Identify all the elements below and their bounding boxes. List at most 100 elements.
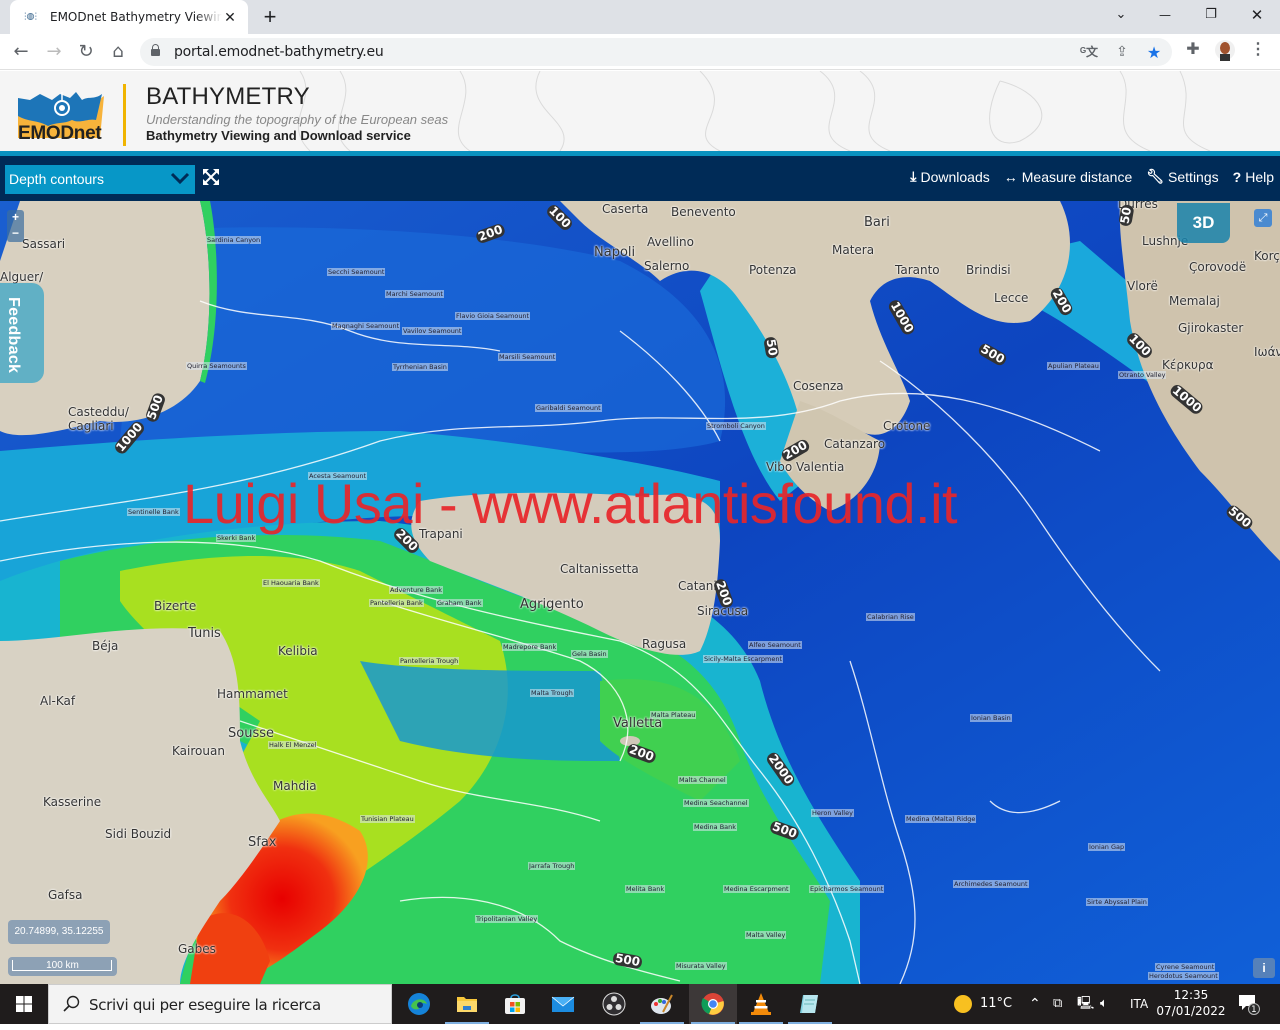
feature-label: Tyrrhenian Basin — [392, 363, 448, 371]
app-navbar: Depth contours ⤓ Downloads ↔ Measure dis… — [0, 156, 1280, 201]
minimize-button[interactable]: — — [1142, 0, 1188, 30]
taskbar-vlc[interactable] — [737, 984, 785, 1024]
place-label: Kairouan — [172, 744, 225, 758]
place-label: Avellino — [647, 235, 694, 249]
language-indicator[interactable]: ITA — [1130, 984, 1148, 1024]
place-label: Sousse — [228, 726, 274, 741]
network-icon[interactable]: 🖳︎ — [1077, 984, 1094, 1024]
taskbar-paint[interactable] — [638, 984, 686, 1024]
feature-label: Malta Plateau — [650, 711, 697, 719]
place-label: Benevento — [671, 205, 736, 219]
taskbar-mail[interactable] — [539, 984, 587, 1024]
downloads-link[interactable]: ⤓ Downloads — [910, 168, 989, 185]
layer-select[interactable]: Depth contours — [5, 165, 195, 194]
feature-label: Graham Bank — [436, 599, 483, 607]
place-label: Agrigento — [520, 597, 584, 612]
browser-tab[interactable]: ⫶◍⫶ EMODnet Bathymetry Viewing and Downl… — [10, 0, 248, 34]
place-label: Potenza — [749, 263, 797, 277]
store-icon — [505, 994, 525, 1014]
volume-icon[interactable]: 🔈︎ — [1100, 984, 1108, 1024]
camera-icon[interactable]: ⧉ — [1053, 984, 1062, 1024]
vlc-cone-icon — [751, 993, 771, 1015]
taskbar-chrome[interactable] — [689, 984, 737, 1024]
bathymetry-map[interactable]: Caserta Benevento Bari Avellino Napoli M… — [0, 201, 1280, 984]
tab-close-icon[interactable]: ✕ — [222, 9, 238, 26]
measure-distance-label: Measure distance — [1021, 168, 1133, 185]
feature-label: Halk El Menzel — [268, 741, 318, 749]
taskbar-file-explorer[interactable] — [443, 984, 491, 1024]
feature-label: Medina Bank — [693, 823, 738, 831]
forward-button[interactable]: → — [40, 38, 68, 66]
start-button[interactable] — [0, 984, 48, 1024]
place-label: Caserta — [602, 202, 649, 216]
place-label: Bizerte — [154, 599, 197, 613]
taskbar-notepad[interactable] — [786, 984, 834, 1024]
notepad-icon — [800, 995, 818, 1013]
feature-label: Cyrene Seamount — [1155, 963, 1216, 971]
place-label: Matera — [832, 243, 875, 257]
zoom-in-button[interactable]: + — [7, 210, 24, 226]
translate-icon[interactable]: ᴳ文 — [1079, 43, 1099, 61]
place-label: Cosenza — [793, 379, 844, 393]
weather-widget[interactable]: 11°C — [954, 984, 1012, 1024]
place-label: Crotone — [883, 419, 931, 433]
measure-distance-link[interactable]: ↔ Measure distance — [1004, 168, 1133, 185]
map-base-layer — [0, 201, 1280, 984]
expand-icon[interactable]: ⤢ — [1254, 209, 1272, 227]
bookmark-star-icon[interactable]: ★ — [1144, 43, 1164, 62]
help-link[interactable]: ? Help — [1233, 168, 1274, 185]
place-label: Gabes — [178, 942, 216, 956]
restore-button[interactable]: ❐ — [1188, 0, 1234, 30]
feature-label: Archimedes Seamount — [953, 880, 1029, 888]
windows-logo-icon — [16, 996, 32, 1012]
tray-overflow-icon[interactable]: ⌃ — [1029, 984, 1041, 1024]
close-window-button[interactable]: ✕ — [1234, 0, 1280, 30]
place-label: Vlorë — [1127, 279, 1158, 293]
place-label: Béja — [92, 639, 119, 653]
extensions-puzzle-icon[interactable]: ✚ — [1182, 39, 1204, 61]
feature-label: Pantelleria Bank — [369, 599, 424, 607]
browser-menu-icon[interactable]: ⋮ — [1247, 39, 1269, 61]
taskbar-edge[interactable] — [395, 984, 443, 1024]
system-clock[interactable]: 12:35 07/01/2022 — [1156, 987, 1226, 1019]
feature-label: Pantelleria Trough — [399, 657, 460, 665]
place-label: Gafsa — [48, 888, 83, 902]
taskbar-search[interactable]: Scrivi qui per eseguire la ricerca — [48, 984, 392, 1024]
zoom-out-button[interactable]: − — [7, 226, 24, 242]
3d-view-button[interactable]: 3D — [1177, 203, 1230, 243]
site-header: EMODnet BATHYMETRY Understanding the top… — [0, 71, 1280, 151]
url-text[interactable]: portal.emodnet-bathymetry.eu — [174, 44, 384, 60]
tab-search-button[interactable]: ⌄ — [1098, 0, 1144, 30]
place-label: Tunis — [188, 626, 221, 641]
clock-date: 07/01/2022 — [1156, 1004, 1226, 1018]
share-icon[interactable]: ⇪ — [1112, 43, 1132, 61]
feature-label: Tripolitanian Valley — [475, 915, 539, 923]
feature-label: Secchi Seamount — [327, 268, 386, 276]
info-button[interactable]: i — [1253, 958, 1275, 978]
home-button[interactable]: ⌂ — [104, 38, 132, 66]
feature-label: Ionian Basin — [970, 714, 1012, 722]
settings-link[interactable]: 🔧︎ Settings — [1146, 168, 1218, 185]
feature-label: Vavilov Seamount — [402, 327, 463, 335]
taskbar-obs[interactable] — [590, 984, 638, 1024]
place-label: Sassari — [22, 237, 66, 251]
place-label: Sidi Bouzid — [105, 827, 172, 841]
feature-label: Otranto Valley — [1118, 371, 1167, 379]
place-label: Al-Kaf — [40, 694, 76, 708]
reload-button[interactable]: ↻ — [72, 38, 100, 66]
back-button[interactable]: ← — [7, 38, 35, 66]
profile-avatar[interactable] — [1214, 39, 1236, 61]
feedback-button[interactable]: Feedback — [0, 283, 44, 383]
feature-label: Magnaghi Seamount — [331, 322, 401, 330]
fullscreen-icon[interactable] — [203, 169, 219, 185]
place-label: Sfax — [248, 835, 277, 850]
address-bar[interactable]: portal.emodnet-bathymetry.eu ᴳ文 ⇪ ★ — [140, 38, 1172, 66]
place-label: Kelibia — [278, 644, 318, 658]
taskbar-store[interactable] — [491, 984, 539, 1024]
place-label: Taranto — [895, 263, 940, 277]
feature-label: Medina (Malta) Ridge — [905, 815, 977, 823]
feature-label: Adventure Bank — [389, 586, 444, 594]
notification-center-button[interactable]: 1 — [1238, 984, 1262, 1024]
place-label: Brindisi — [966, 263, 1011, 277]
new-tab-button[interactable]: + — [258, 4, 282, 30]
